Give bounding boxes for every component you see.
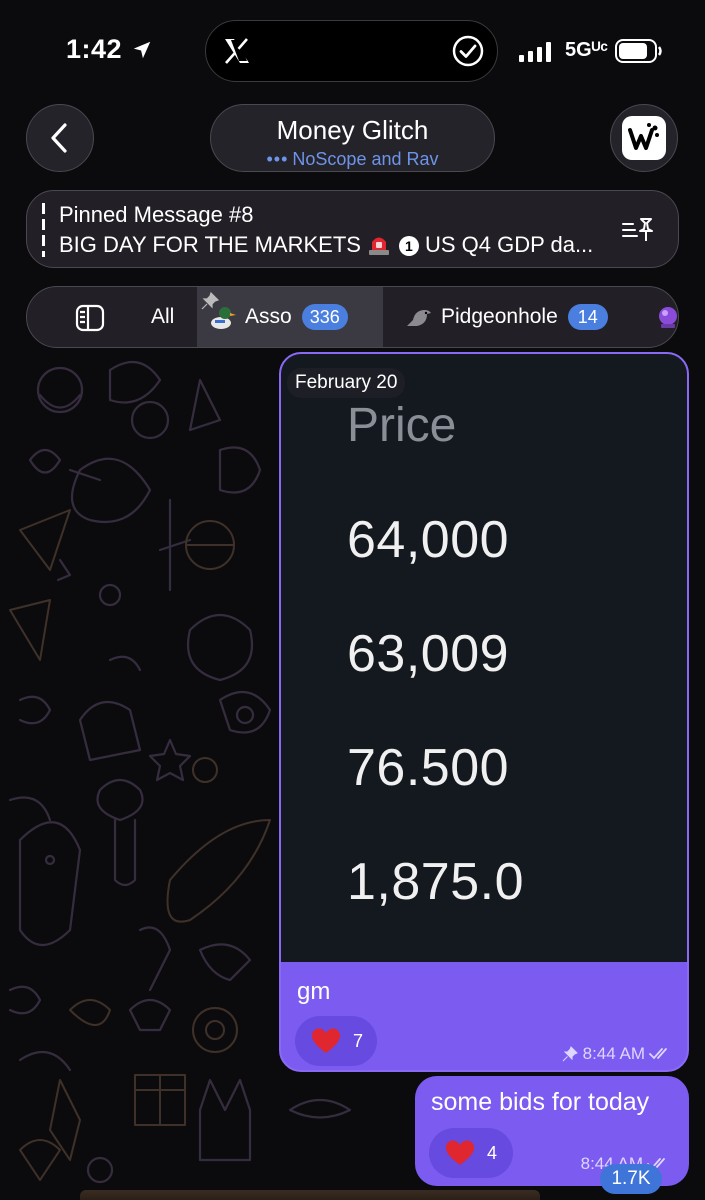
tab-pidgeonhole[interactable]: Pidgeonhole 14 [403,287,608,347]
battery-icon [615,39,662,63]
tab-asso-label: Asso [245,305,292,328]
pin-list-icon[interactable] [621,215,655,245]
tab-asso-count: 336 [301,304,348,330]
message-bubble-image[interactable]: Price 64,000 63,009 76.500 1,875.0 Febru… [279,352,689,1072]
tab-pidgeonhole-count: 14 [567,304,608,330]
reaction-heart[interactable]: 7 [295,1016,377,1066]
heart-icon [311,1028,340,1053]
network-label: 5Gᵁᶜ [565,39,608,61]
pinned-text-suffix: US Q4 GDP da... [424,232,594,257]
message-meta: 8:44 AM [562,1044,675,1064]
pinned-message-bar[interactable]: Pinned Message #8 BIG DAY FOR THE MARKET… [26,190,679,268]
pinned-indicator [42,203,45,257]
photo-price-value: 1,875.0 [347,853,524,911]
photo-price-value: 63,009 [347,625,510,683]
views-count-badge[interactable]: 1.7K [600,1164,662,1194]
x-logo-icon [225,38,249,64]
tab-pidgeonhole-label: Pidgeonhole [441,305,558,328]
pinned-title: Pinned Message #8 [59,202,254,227]
next-message-edge [80,1190,540,1200]
sidebar-toggle-icon[interactable] [75,304,105,332]
status-bar: 1:42 5Gᵁᶜ [0,0,705,100]
photo-price-value: 76.500 [347,739,510,797]
typing-users: NoScope and Rav [292,149,439,169]
chat-header[interactable]: Money Glitch ••• NoScope and Rav [210,104,495,172]
date-chip: February 20 [287,368,406,398]
message-text: some bids for today [431,1088,650,1116]
typing-dots-icon: ••• [266,149,289,169]
chat-title: Money Glitch [276,115,429,145]
tab-pin-icon [201,292,219,310]
heart-icon [446,1140,474,1165]
topic-tabs: All Asso 336 Pidgeonhole 14 [26,286,679,348]
location-arrow-icon [133,41,151,59]
pinned-indicator-icon [562,1046,578,1062]
siren-icon [368,237,389,255]
typing-status: ••• NoScope and Rav [211,149,494,170]
double-check-icon [649,1048,667,1060]
pinned-preview: BIG DAY FOR THE MARKETS 1 US Q4 GDP da... [59,232,629,258]
number-one-icon: 1 [398,236,419,256]
tab-all[interactable]: All [151,287,174,347]
status-time: 1:42 [66,34,123,64]
message-photo[interactable]: Price 64,000 63,009 76.500 1,875.0 Febru… [281,354,687,962]
signal-icon [519,42,551,62]
tab-all-label: All [151,305,175,328]
photo-price-value: 64,000 [347,511,510,569]
pigeon-icon [407,310,431,326]
pinned-text-prefix: BIG DAY FOR THE MARKETS [59,232,361,257]
photo-heading: Price [347,399,457,452]
message-text: gm [297,978,331,1005]
group-avatar-icon [622,116,666,160]
reaction-heart[interactable]: 4 [429,1128,513,1178]
chevron-left-icon [51,123,67,153]
crystal-ball-icon[interactable] [656,305,679,329]
back-button[interactable] [26,104,94,172]
message-time: 8:44 AM [582,1044,645,1063]
reaction-count: 4 [487,1142,498,1163]
tab-asso[interactable]: Asso 336 [197,287,383,347]
reaction-count: 7 [352,1030,363,1051]
check-circle-icon [452,35,484,67]
chat-avatar-button[interactable] [610,104,678,172]
